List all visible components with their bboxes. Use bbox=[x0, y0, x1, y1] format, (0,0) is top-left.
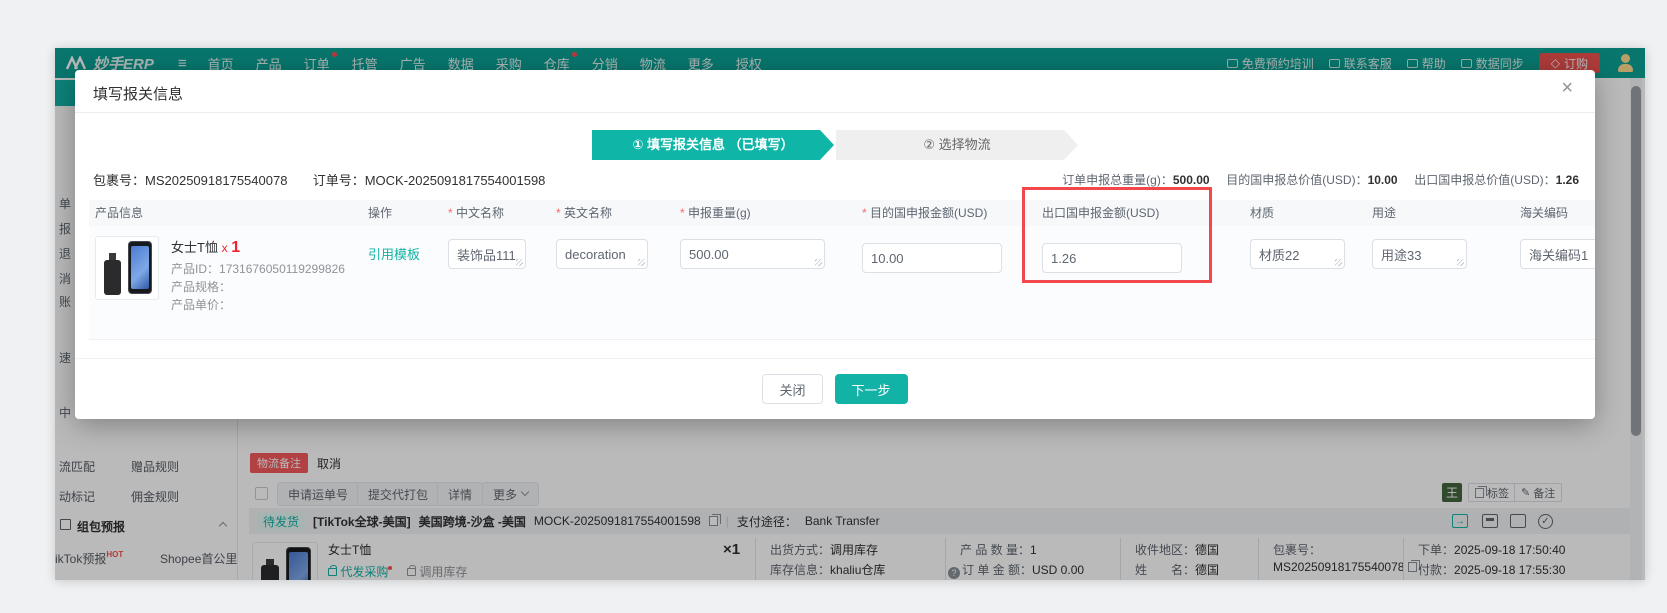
en-name-input[interactable] bbox=[556, 239, 648, 269]
modal-title: 填写报关信息 bbox=[93, 86, 184, 103]
phone-image bbox=[127, 241, 153, 295]
dest-amount-input[interactable] bbox=[862, 243, 1002, 273]
table-header: 产品信息 操作 中文名称 英文名称 申报重量(g) 目的国申报金额(USD) 出… bbox=[89, 200, 1595, 226]
col-dest-amount: 目的国申报金额(USD) bbox=[862, 200, 987, 226]
cn-name-input[interactable] bbox=[448, 239, 526, 269]
total-weight: 500.00 bbox=[1172, 173, 1210, 187]
customs-info-modal: 填写报关信息 × ① 填写报关信息 （已填写） ② 选择物流 包裹号：MS202… bbox=[75, 70, 1595, 419]
use-template-link[interactable]: 引用模板 bbox=[368, 244, 420, 263]
col-action: 操作 bbox=[368, 206, 393, 220]
close-icon[interactable]: × bbox=[1561, 78, 1573, 98]
product-name: 女士T恤 bbox=[171, 240, 218, 255]
bottle-image bbox=[104, 259, 121, 295]
col-usage: 用途 bbox=[1372, 206, 1397, 220]
usage-input[interactable] bbox=[1372, 239, 1467, 269]
price-label: 产品单价： bbox=[171, 298, 232, 312]
order-number: MOCK-2025091817554001598 bbox=[364, 173, 546, 188]
package-number: MS20250918175540078 bbox=[145, 173, 288, 188]
close-button[interactable]: 关闭 bbox=[762, 374, 823, 404]
declare-summary: 订单申报总重量(g)：500.00 目的国申报总价值(USD)：10.00 出口… bbox=[1062, 173, 1579, 187]
wizard-steps: ① 填写报关信息 （已填写） ② 选择物流 bbox=[75, 130, 1595, 160]
step-fill-customs: ① 填写报关信息 （已填写） bbox=[592, 130, 834, 160]
col-en-name: 英文名称 bbox=[556, 200, 612, 226]
col-weight: 申报重量(g) bbox=[680, 200, 751, 226]
highlight-annotation bbox=[1022, 187, 1212, 283]
product-thumbnail bbox=[95, 236, 159, 300]
next-step-button[interactable]: 下一步 bbox=[834, 374, 908, 404]
phone-screen bbox=[131, 245, 149, 290]
col-cn-name: 中文名称 bbox=[448, 200, 504, 226]
table-row: 女士T恤 x 1 产品ID：1731676050119299826 产品规格： … bbox=[89, 226, 1595, 340]
product-id: 1731676050119299826 bbox=[219, 262, 345, 276]
col-hs-code: 海关编码 bbox=[1520, 206, 1569, 220]
step-choose-logistics: ② 选择物流 bbox=[836, 130, 1078, 160]
spec-label: 产品规格： bbox=[171, 280, 232, 294]
app-window: 妙手ERP ≡ 首页 产品 订单 托管 广告 数据 采购 仓库 分销 物流 更多… bbox=[55, 48, 1645, 580]
col-material: 材质 bbox=[1250, 206, 1275, 220]
col-product-info: 产品信息 bbox=[95, 206, 144, 220]
qty-value: 1 bbox=[231, 239, 241, 256]
bottle-cap bbox=[109, 253, 117, 260]
modal-footer: 关闭 下一步 bbox=[75, 358, 1595, 419]
dest-total-value: 10.00 bbox=[1367, 173, 1398, 187]
package-order-line: 包裹号：MS20250918175540078 订单号：MOCK-2025091… bbox=[93, 173, 546, 188]
weight-input[interactable] bbox=[680, 239, 825, 269]
export-total-value: 1.26 bbox=[1555, 173, 1579, 187]
qty-x: x bbox=[221, 241, 228, 255]
material-input[interactable] bbox=[1250, 239, 1345, 269]
divider bbox=[75, 112, 1595, 113]
hs-code-input[interactable] bbox=[1520, 239, 1595, 269]
